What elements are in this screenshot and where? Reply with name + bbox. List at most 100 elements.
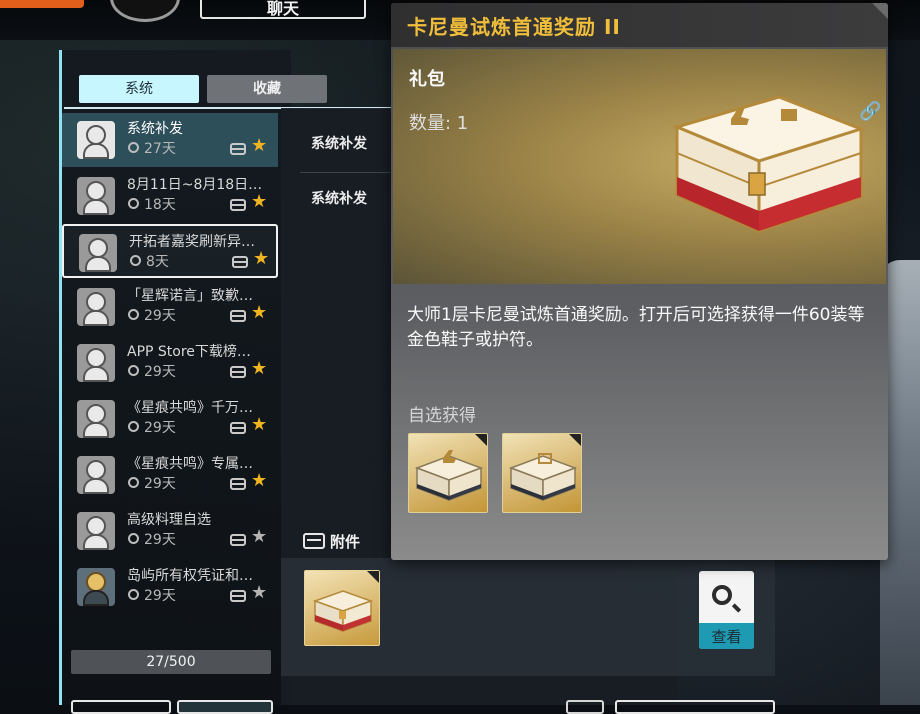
star-icon[interactable]: ★ <box>251 191 267 212</box>
avatar-head <box>86 292 106 312</box>
mail-item[interactable]: 岛屿所有权凭证和… 29天 ★ <box>62 560 278 614</box>
attachments-label: 附件 <box>330 533 361 551</box>
mail-expiry: 29天 <box>144 420 176 436</box>
clock-icon <box>128 198 139 209</box>
avatar-body <box>83 366 109 382</box>
mail-expiry: 8天 <box>146 254 169 270</box>
mail-expiry: 27天 <box>144 141 176 157</box>
avatar-head <box>86 125 106 145</box>
corner-fold <box>872 3 888 19</box>
star-icon[interactable]: ★ <box>251 526 267 547</box>
mail-expiry: 18天 <box>144 197 176 213</box>
star-icon[interactable]: ★ <box>251 135 267 156</box>
sender-avatar <box>77 177 115 215</box>
avatar-body <box>85 256 111 272</box>
item-corner-marker <box>569 434 581 446</box>
tab-favorites[interactable]: 收藏 <box>207 75 327 103</box>
option-amulet-chest[interactable] <box>502 433 582 513</box>
avatar-head <box>86 181 106 201</box>
attachment-chest-icon <box>230 590 246 602</box>
mail-body-title: 系统补发 <box>311 191 367 207</box>
sender-avatar <box>77 512 115 550</box>
avatar-head <box>86 404 106 424</box>
mail-expiry: 29天 <box>144 532 176 548</box>
chat-button[interactable]: 聊天 <box>200 0 366 19</box>
gift-chest-image <box>672 95 866 234</box>
mail-item[interactable]: 系统补发 27天 ★ <box>62 113 278 167</box>
attachment-chest-icon <box>230 478 246 490</box>
sender-avatar <box>77 568 115 606</box>
avatar-head <box>88 238 108 258</box>
option-boot-chest[interactable] <box>408 433 488 513</box>
view-button[interactable]: 查看 <box>699 571 754 649</box>
avatar-body <box>83 478 109 494</box>
clock-icon <box>128 421 139 432</box>
mail-expiry: 29天 <box>144 476 176 492</box>
avatar-body <box>83 534 109 550</box>
attachment-chest-icon <box>230 366 246 378</box>
optional-rewards-label: 自选获得 <box>408 406 476 426</box>
attachment-chest-icon <box>230 199 246 211</box>
sender-avatar <box>77 456 115 494</box>
popup-title: 卡尼曼试炼首通奖励 II <box>407 15 621 39</box>
item-preview: 礼包 数量: 1 🔗 <box>393 49 886 284</box>
attachment-chest-icon <box>232 256 248 268</box>
gear-icon[interactable] <box>110 0 180 22</box>
attachment-chest-icon <box>230 310 246 322</box>
star-icon[interactable]: ★ <box>251 414 267 435</box>
search-icon <box>712 585 732 605</box>
item-tooltip-popup: 卡尼曼试炼首通奖励 II 礼包 数量: 1 🔗 大师1层卡尼曼试炼首通奖励。打开… <box>391 3 888 560</box>
clock-icon <box>128 142 139 153</box>
item-quantity: 数量: 1 <box>409 113 469 134</box>
mail-item[interactable]: APP Store下载榜… 29天 ★ <box>62 336 278 390</box>
clock-icon <box>130 255 141 266</box>
mail-item[interactable]: 「星辉诺言」致歉… 29天 ★ <box>62 280 278 334</box>
mail-expiry: 29天 <box>144 308 176 324</box>
mail-count: 27/500 <box>71 650 271 674</box>
avatar-body <box>83 143 109 159</box>
attachment-gift-chest[interactable] <box>304 570 380 646</box>
clock-icon <box>128 589 139 600</box>
attachment-icon <box>303 533 325 549</box>
mail-sender: 系统补发 <box>311 136 367 152</box>
attachment-chest-icon <box>230 143 246 155</box>
clock-icon <box>128 533 139 544</box>
view-button-label: 查看 <box>699 623 754 649</box>
claim-all-button[interactable] <box>177 700 273 714</box>
popup-divider <box>407 382 867 384</box>
delete-read-button[interactable] <box>71 700 171 714</box>
item-corner-marker <box>475 434 487 446</box>
small-action-button[interactable] <box>566 700 604 714</box>
mail-item[interactable]: 《星痕共鸣》千万… 29天 ★ <box>62 392 278 446</box>
star-icon[interactable]: ★ <box>251 358 267 379</box>
avatar-head <box>86 572 106 592</box>
sender-avatar <box>79 234 117 272</box>
clock-icon <box>128 365 139 376</box>
attachment-chest-icon <box>230 422 246 434</box>
notification-badge[interactable] <box>0 0 84 8</box>
avatar-head <box>86 348 106 368</box>
item-corner-marker <box>367 571 379 583</box>
mail-expiry: 29天 <box>144 364 176 380</box>
item-type: 礼包 <box>409 69 445 90</box>
tab-system[interactable]: 系统 <box>79 75 199 103</box>
sender-avatar <box>77 344 115 382</box>
mail-item[interactable]: 《星痕共鸣》专属… 29天 ★ <box>62 448 278 502</box>
mail-item[interactable]: 开拓者嘉奖刷新异… 8天 ★ <box>62 224 278 278</box>
mail-item[interactable]: 8月11日~8月18日… 18天 ★ <box>62 169 278 223</box>
avatar-body <box>83 199 109 215</box>
mail-expiry: 29天 <box>144 588 176 604</box>
clock-icon <box>128 477 139 488</box>
star-icon[interactable]: ★ <box>251 582 267 603</box>
mail-item[interactable]: 高级料理自选 29天 ★ <box>62 504 278 558</box>
star-icon[interactable]: ★ <box>251 470 267 491</box>
sender-avatar <box>77 121 115 159</box>
popup-title-bar: 卡尼曼试炼首通奖励 II <box>391 3 888 47</box>
star-icon[interactable]: ★ <box>253 248 269 269</box>
avatar-body <box>83 422 109 438</box>
claim-button[interactable] <box>615 700 775 714</box>
avatar-body <box>83 590 109 606</box>
star-icon[interactable]: ★ <box>251 302 267 323</box>
item-description: 大师1层卡尼曼试炼首通奖励。打开后可选择获得一件60装等金色鞋子或护符。 <box>407 305 865 350</box>
sender-avatar <box>77 288 115 326</box>
